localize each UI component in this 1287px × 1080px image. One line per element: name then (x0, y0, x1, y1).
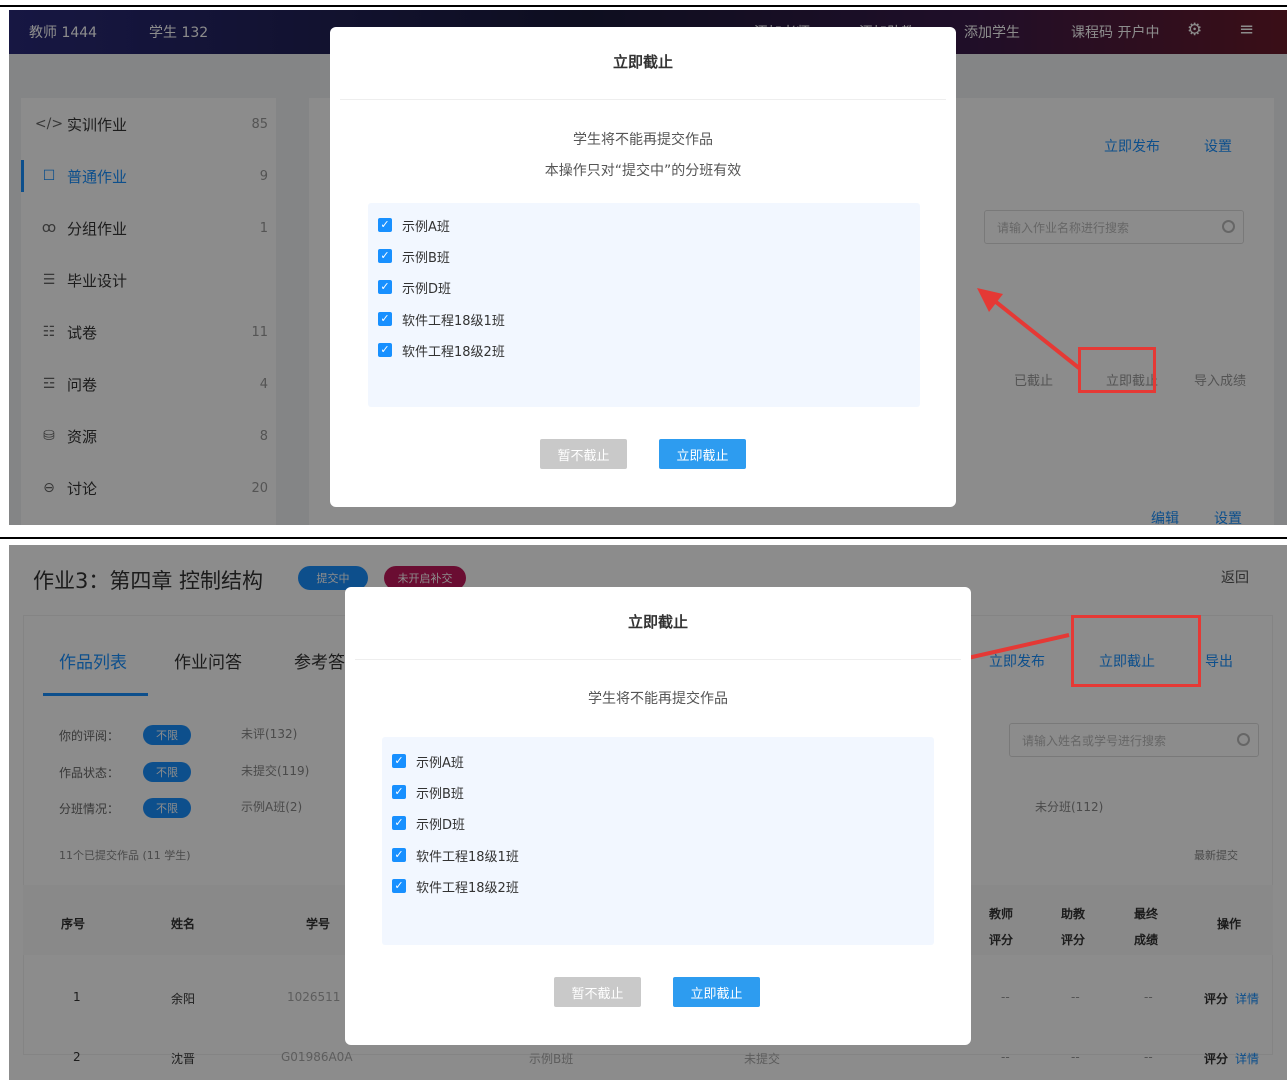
class-option-label: 示例B班 (416, 786, 464, 802)
annotation-arrow-icon (977, 288, 1081, 370)
class-option-label: 软件工程18级1班 (416, 849, 519, 865)
class-option-label: 示例A班 (416, 755, 464, 771)
confirm-close-button[interactable]: 立即截止 (673, 977, 760, 1007)
class-option-label: 示例B班 (402, 250, 450, 266)
dialog-note: 本操作只对“提交中”的分班有效 (544, 163, 742, 179)
class-checkbox-list: ✓ 示例A班 ✓ 示例B班 ✓ 示例D班 ✓ 软件工程18级1班 ✓ 软件工程18级2班 (382, 737, 934, 945)
dialog-divider (340, 99, 946, 100)
checkbox-checked-icon[interactable]: ✓ (392, 816, 406, 830)
class-option-label: 示例A班 (402, 219, 450, 235)
close-now-dialog: 立即截止 学生将不能再提交作品 本操作只对“提交中”的分班有效 ✓ 示例A班 ✓ 示… (330, 27, 956, 507)
screenshot-panel-2: 作业3：第四章 控制结构 提交中 未开启补交 返回 作品列表 作业问答 参考答案… (9, 545, 1287, 1080)
checkbox-checked-icon[interactable]: ✓ (378, 218, 392, 232)
class-option[interactable]: ✓ 示例B班 (392, 782, 464, 802)
class-option[interactable]: ✓ 软件工程18级2班 (378, 340, 505, 360)
dialog-divider (355, 659, 961, 660)
middle-divider (0, 537, 1287, 539)
class-option[interactable]: ✓ 软件工程18级1班 (392, 845, 519, 865)
checkbox-checked-icon[interactable]: ✓ (392, 879, 406, 893)
class-option[interactable]: ✓ 软件工程18级1班 (378, 309, 505, 329)
class-option[interactable]: ✓ 软件工程18级2班 (392, 876, 519, 896)
annotation-highlight-box (1071, 615, 1201, 687)
dialog-title: 立即截止 (627, 613, 688, 631)
class-checkbox-list: ✓ 示例A班 ✓ 示例B班 ✓ 示例D班 ✓ 软件工程18级1班 ✓ 软件工程18级2班 (368, 203, 920, 407)
class-option[interactable]: ✓ 示例A班 (378, 215, 450, 235)
class-option[interactable]: ✓ 示例A班 (392, 751, 464, 771)
screenshot-panel-1: 教师 1444 学生 132 添加老师 添加助教 添加学生 课程码 开户中 ⚙ … (9, 10, 1287, 525)
checkbox-checked-icon[interactable]: ✓ (378, 343, 392, 357)
dialog-description: 学生将不能再提交作品 (588, 691, 728, 707)
class-option[interactable]: ✓ 示例B班 (378, 246, 450, 266)
class-option-label: 软件工程18级2班 (402, 344, 505, 360)
dialog-description: 学生将不能再提交作品 (573, 132, 713, 148)
checkbox-checked-icon[interactable]: ✓ (378, 312, 392, 326)
cancel-button[interactable]: 暂不截止 (540, 439, 627, 469)
class-option-label: 示例D班 (416, 817, 466, 833)
close-now-dialog: 立即截止 学生将不能再提交作品 ✓ 示例A班 ✓ 示例B班 ✓ 示例D班 ✓ 软件工程1… (345, 587, 971, 1045)
cancel-button[interactable]: 暂不截止 (554, 977, 641, 1007)
class-option-label: 软件工程18级2班 (416, 880, 519, 896)
checkbox-checked-icon[interactable]: ✓ (392, 785, 406, 799)
class-option-label: 软件工程18级1班 (402, 313, 505, 329)
top-divider (0, 5, 1287, 7)
checkbox-checked-icon[interactable]: ✓ (378, 249, 392, 263)
checkbox-checked-icon[interactable]: ✓ (378, 280, 392, 294)
class-option[interactable]: ✓ 示例D班 (392, 813, 465, 833)
dialog-title: 立即截止 (612, 53, 673, 71)
checkbox-checked-icon[interactable]: ✓ (392, 848, 406, 862)
confirm-close-button[interactable]: 立即截止 (659, 439, 746, 469)
annotation-highlight-box (1078, 347, 1156, 393)
class-option[interactable]: ✓ 示例D班 (378, 277, 451, 297)
checkbox-checked-icon[interactable]: ✓ (392, 754, 406, 768)
class-option-label: 示例D班 (402, 281, 452, 297)
